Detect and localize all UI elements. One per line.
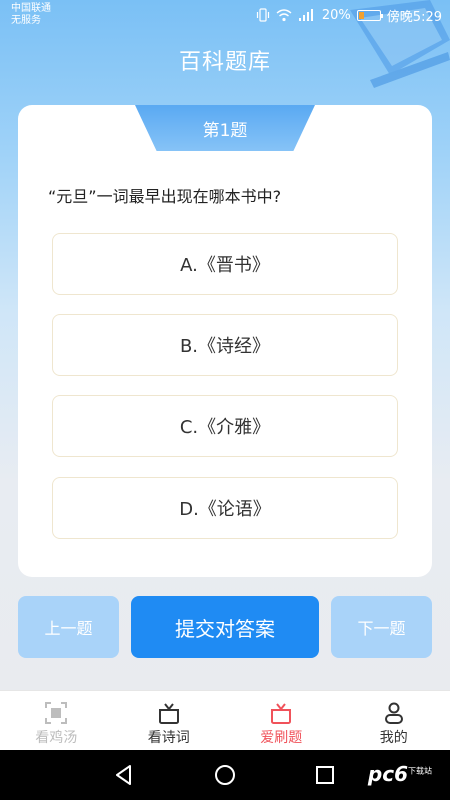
option-c[interactable]: C.《介雅》 xyxy=(52,395,398,457)
gift-icon xyxy=(271,703,292,724)
option-label: D.《论语》 xyxy=(179,499,271,520)
battery-percent: 20% xyxy=(321,7,351,23)
carrier-name: 中国联通 xyxy=(11,3,51,14)
option-d[interactable]: D.《论语》 xyxy=(52,477,398,539)
question-number: 第1题 xyxy=(202,120,248,141)
tab-label: 我的 xyxy=(379,730,408,746)
scan-icon xyxy=(45,702,68,724)
home-icon[interactable] xyxy=(213,763,237,787)
next-question-button[interactable]: 下一题 xyxy=(331,596,432,658)
tab-profile[interactable]: 我的 xyxy=(338,691,450,750)
signal-icon xyxy=(298,9,313,21)
carrier-info: 中国联通 无服务 xyxy=(11,3,51,27)
submit-answer-button[interactable]: 提交对答案 xyxy=(131,596,319,658)
vibrate-icon xyxy=(256,8,269,22)
status-time: 傍晚5:29 xyxy=(386,9,442,25)
gift-icon xyxy=(158,703,179,724)
status-bar: 中国联通 无服务 20% 傍晚5:29 xyxy=(0,0,450,32)
person-icon xyxy=(384,702,403,724)
watermark-logo: pc6下载站 xyxy=(368,762,432,786)
option-label: A.《晋书》 xyxy=(180,255,270,276)
wifi-icon xyxy=(276,9,292,22)
watermark-text: pc6 xyxy=(367,762,408,786)
tab-label: 看鸡汤 xyxy=(35,730,78,746)
back-icon[interactable] xyxy=(112,763,136,787)
tab-poems[interactable]: 看诗词 xyxy=(113,691,226,750)
tab-label: 看诗词 xyxy=(147,730,190,746)
recents-icon[interactable] xyxy=(313,763,337,787)
question-text: “元旦”一词最早出现在哪本书中? xyxy=(48,187,282,206)
option-label: B.《诗经》 xyxy=(179,336,271,357)
question-number-tab: 第1题 xyxy=(135,105,315,151)
option-label: C.《介雅》 xyxy=(179,417,271,438)
tab-label: 爱刷题 xyxy=(260,730,303,746)
tab-quiz[interactable]: 爱刷题 xyxy=(225,691,338,750)
battery-icon xyxy=(356,9,383,21)
option-a[interactable]: A.《晋书》 xyxy=(52,233,398,295)
carrier-service: 无服务 xyxy=(11,15,41,26)
bottom-tab-bar: 看鸡汤 看诗词 爱刷题 我的 xyxy=(0,690,450,750)
option-b[interactable]: B.《诗经》 xyxy=(52,314,398,376)
question-card: 第1题 “元旦”一词最早出现在哪本书中? A.《晋书》 B.《诗经》 C.《介雅… xyxy=(18,105,432,577)
status-icons: 20% 傍晚5:29 xyxy=(256,6,442,25)
page-title: 百科题库 xyxy=(178,50,271,75)
prev-question-button[interactable]: 上一题 xyxy=(18,596,119,658)
tab-soup[interactable]: 看鸡汤 xyxy=(0,691,113,750)
watermark-sub: 下载站 xyxy=(408,766,432,776)
